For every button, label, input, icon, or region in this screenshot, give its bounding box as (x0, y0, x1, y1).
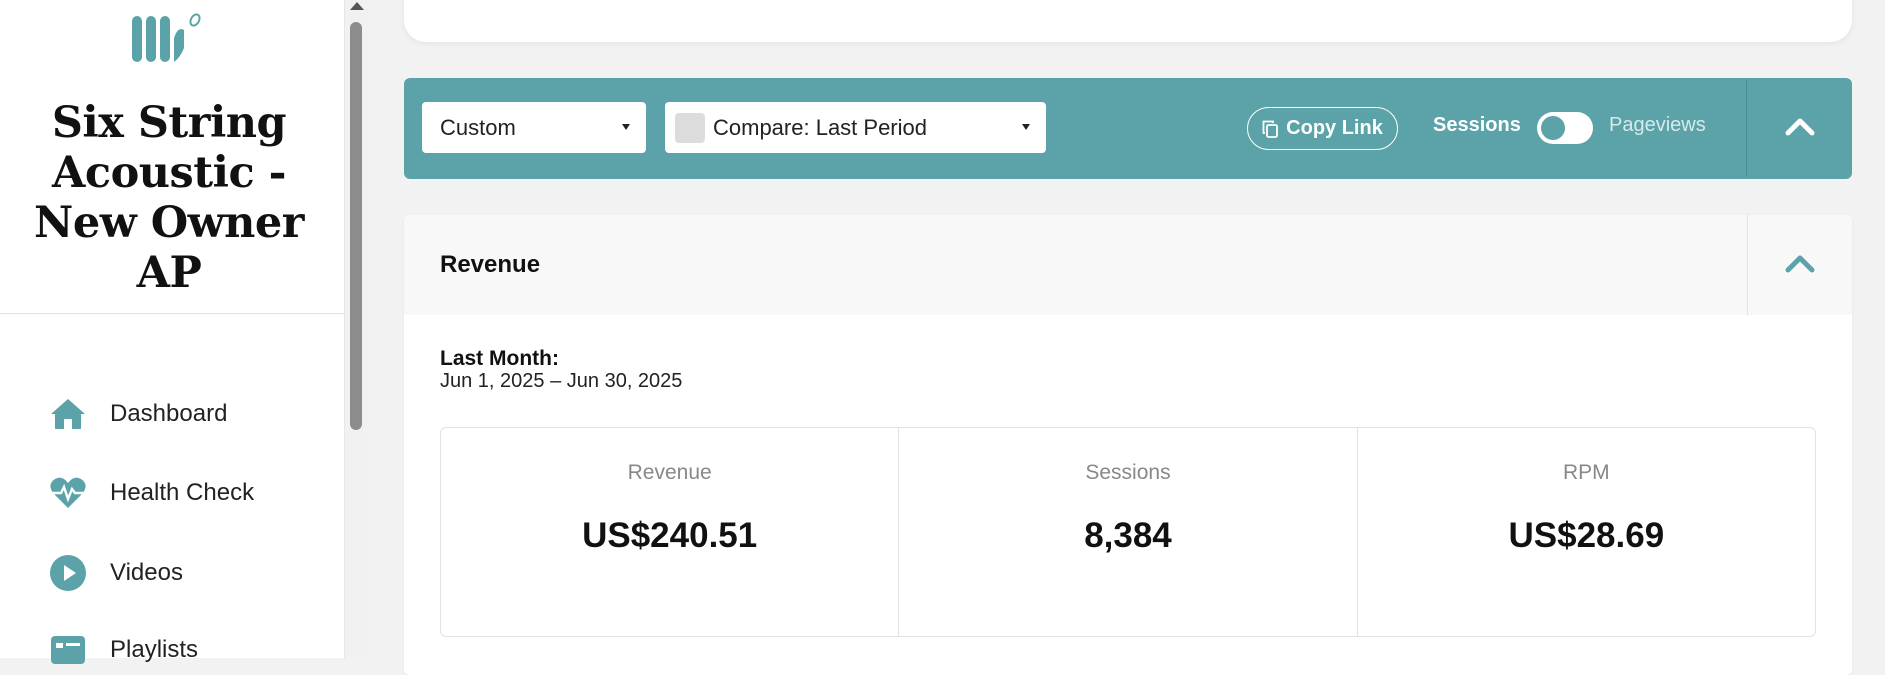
revenue-card: Revenue Last Month: Jun 1, 2025 – Jun 30… (404, 215, 1852, 675)
sidebar: Six String Acoustic - New Owner AP Dashb… (0, 0, 345, 664)
sidebar-item-videos[interactable]: Videos (48, 551, 183, 595)
site-title: Six String Acoustic - New Owner AP (34, 98, 304, 298)
sidebar-item-label: Health Check (110, 479, 255, 506)
sidebar-scrollbar[interactable] (345, 0, 368, 658)
scroll-thumb[interactable] (350, 22, 362, 430)
sidebar-item-health-check[interactable]: Health Check (48, 471, 254, 515)
compare-select[interactable]: Compare: Last Period (665, 102, 1046, 153)
compare-value: Compare: Last Period (713, 114, 927, 140)
top-card (404, 0, 1852, 42)
heartbeat-icon (48, 473, 88, 513)
chevron-up-icon (1785, 253, 1815, 278)
stat-revenue: Revenue US$240.51 (441, 428, 900, 636)
sidebar-item-label: Dashboard (110, 400, 228, 427)
date-range-value: Custom (440, 114, 516, 140)
period-label: Last Month: (440, 347, 559, 370)
home-icon (48, 394, 88, 434)
stat-rpm: RPM US$28.69 (1358, 428, 1815, 636)
chevron-up-icon (1785, 116, 1815, 141)
compare-color-swatch (675, 112, 705, 143)
copy-link-button[interactable]: Copy Link (1247, 107, 1398, 150)
collapse-filter-button[interactable] (1747, 78, 1852, 179)
play-circle-icon (48, 553, 88, 593)
scroll-up-arrow-icon[interactable] (350, 2, 364, 10)
stat-value: 8,384 (1084, 516, 1172, 555)
sidebar-item-label: Videos (110, 559, 183, 586)
revenue-title: Revenue (440, 251, 541, 278)
filter-bar: Custom Compare: Last Period Copy Link Se… (404, 78, 1852, 179)
stat-sessions: Sessions 8,384 (899, 428, 1358, 636)
caret-down-icon (622, 124, 630, 130)
brand-logo[interactable] (128, 8, 208, 64)
sidebar-item-label: Playlists (110, 636, 199, 663)
id-card-icon (48, 630, 88, 670)
stat-label: Revenue (627, 461, 712, 484)
copy-icon (1262, 120, 1279, 138)
stats-grid: Revenue US$240.51 Sessions 8,384 RPM US$… (440, 427, 1816, 637)
caret-down-icon (1022, 124, 1030, 130)
collapse-revenue-button[interactable] (1748, 215, 1852, 315)
copy-link-label: Copy Link (1286, 117, 1383, 139)
sidebar-item-playlists[interactable]: Playlists (48, 628, 198, 672)
revenue-card-header[interactable]: Revenue (404, 215, 1852, 315)
sidebar-divider (0, 313, 345, 314)
sessions-pageviews-toggle[interactable] (1537, 112, 1593, 144)
sidebar-item-dashboard[interactable]: Dashboard (48, 392, 227, 436)
toggle-knob (1541, 116, 1565, 140)
stat-label: Sessions (1085, 461, 1171, 484)
stat-label: RPM (1562, 461, 1610, 484)
stat-value: US$28.69 (1508, 516, 1665, 555)
stat-value: US$240.51 (582, 516, 758, 555)
toggle-label-pageviews[interactable]: Pageviews (1609, 114, 1706, 137)
toggle-label-sessions[interactable]: Sessions (1433, 114, 1521, 137)
period-range: Jun 1, 2025 – Jun 30, 2025 (440, 370, 683, 392)
date-range-select[interactable]: Custom (422, 102, 646, 153)
